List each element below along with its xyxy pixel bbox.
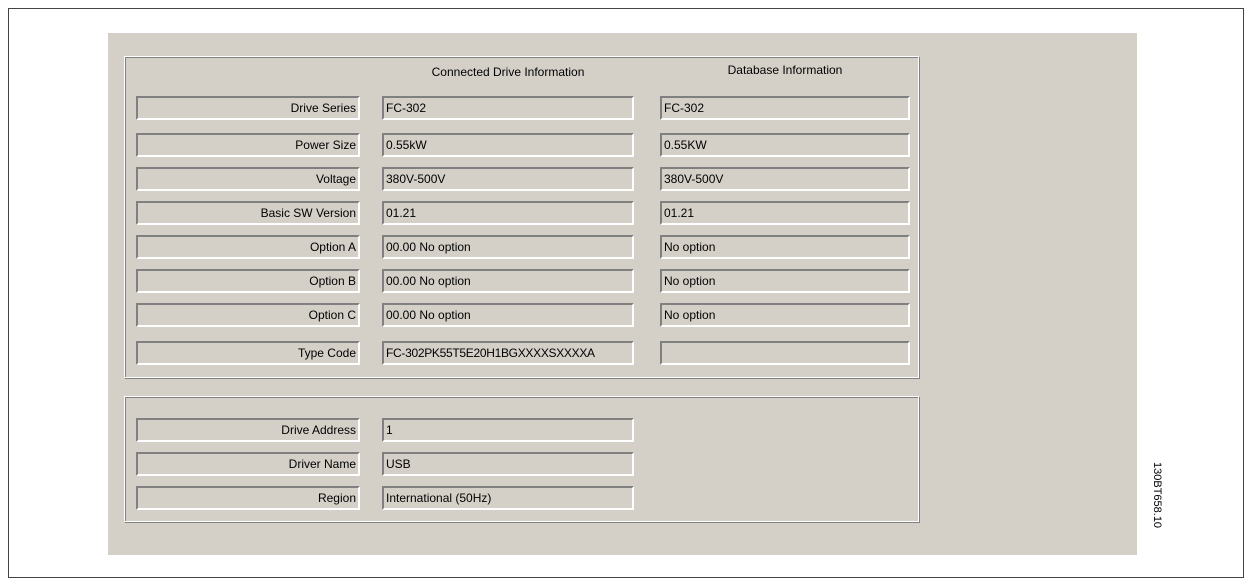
connected-drive-info-header: Connected Drive Information	[431, 65, 585, 79]
option-a-database-field[interactable]: No option	[660, 235, 910, 259]
type-code-connected-field[interactable]: FC-302PK55T5E20H1BGXXXXSXXXXA	[382, 341, 634, 365]
drive-address-field[interactable]: 1	[382, 418, 634, 442]
type-code-database-field[interactable]	[660, 341, 910, 365]
drive-series-connected-field[interactable]: FC-302	[382, 96, 634, 120]
power-size-label: Power Size	[136, 133, 360, 157]
option-a-label: Option A	[136, 235, 360, 259]
voltage-connected-field[interactable]: 380V-500V	[382, 167, 634, 191]
option-c-connected-field[interactable]: 00.00 No option	[382, 303, 634, 327]
power-size-connected-field[interactable]: 0.55kW	[382, 133, 634, 157]
basic-sw-version-connected-field[interactable]: 01.21	[382, 201, 634, 225]
type-code-label: Type Code	[136, 341, 360, 365]
figure-code-label: 130BT658.10	[1151, 462, 1163, 529]
region-label: Region	[136, 486, 360, 510]
driver-name-field[interactable]: USB	[382, 452, 634, 476]
connection-group: Drive Address 1 Driver Name USB Region I…	[124, 396, 919, 522]
basic-sw-version-database-field[interactable]: 01.21	[660, 201, 910, 225]
option-b-label: Option B	[136, 269, 360, 293]
region-field[interactable]: International (50Hz)	[382, 486, 634, 510]
option-a-connected-field[interactable]: 00.00 No option	[382, 235, 634, 259]
drive-address-label: Drive Address	[136, 418, 360, 442]
drive-info-panel: Connected Drive Information Database Inf…	[108, 33, 1137, 555]
option-b-connected-field[interactable]: 00.00 No option	[382, 269, 634, 293]
option-c-database-field[interactable]: No option	[660, 303, 910, 327]
voltage-label: Voltage	[136, 167, 360, 191]
drive-information-group: Connected Drive Information Database Inf…	[124, 56, 919, 378]
database-info-header: Database Information	[727, 63, 843, 77]
driver-name-label: Driver Name	[136, 452, 360, 476]
power-size-database-field[interactable]: 0.55KW	[660, 133, 910, 157]
option-c-label: Option C	[136, 303, 360, 327]
option-b-database-field[interactable]: No option	[660, 269, 910, 293]
drive-series-label: Drive Series	[136, 96, 360, 120]
voltage-database-field[interactable]: 380V-500V	[660, 167, 910, 191]
basic-sw-version-label: Basic SW Version	[136, 201, 360, 225]
drive-series-database-field[interactable]: FC-302	[660, 96, 910, 120]
